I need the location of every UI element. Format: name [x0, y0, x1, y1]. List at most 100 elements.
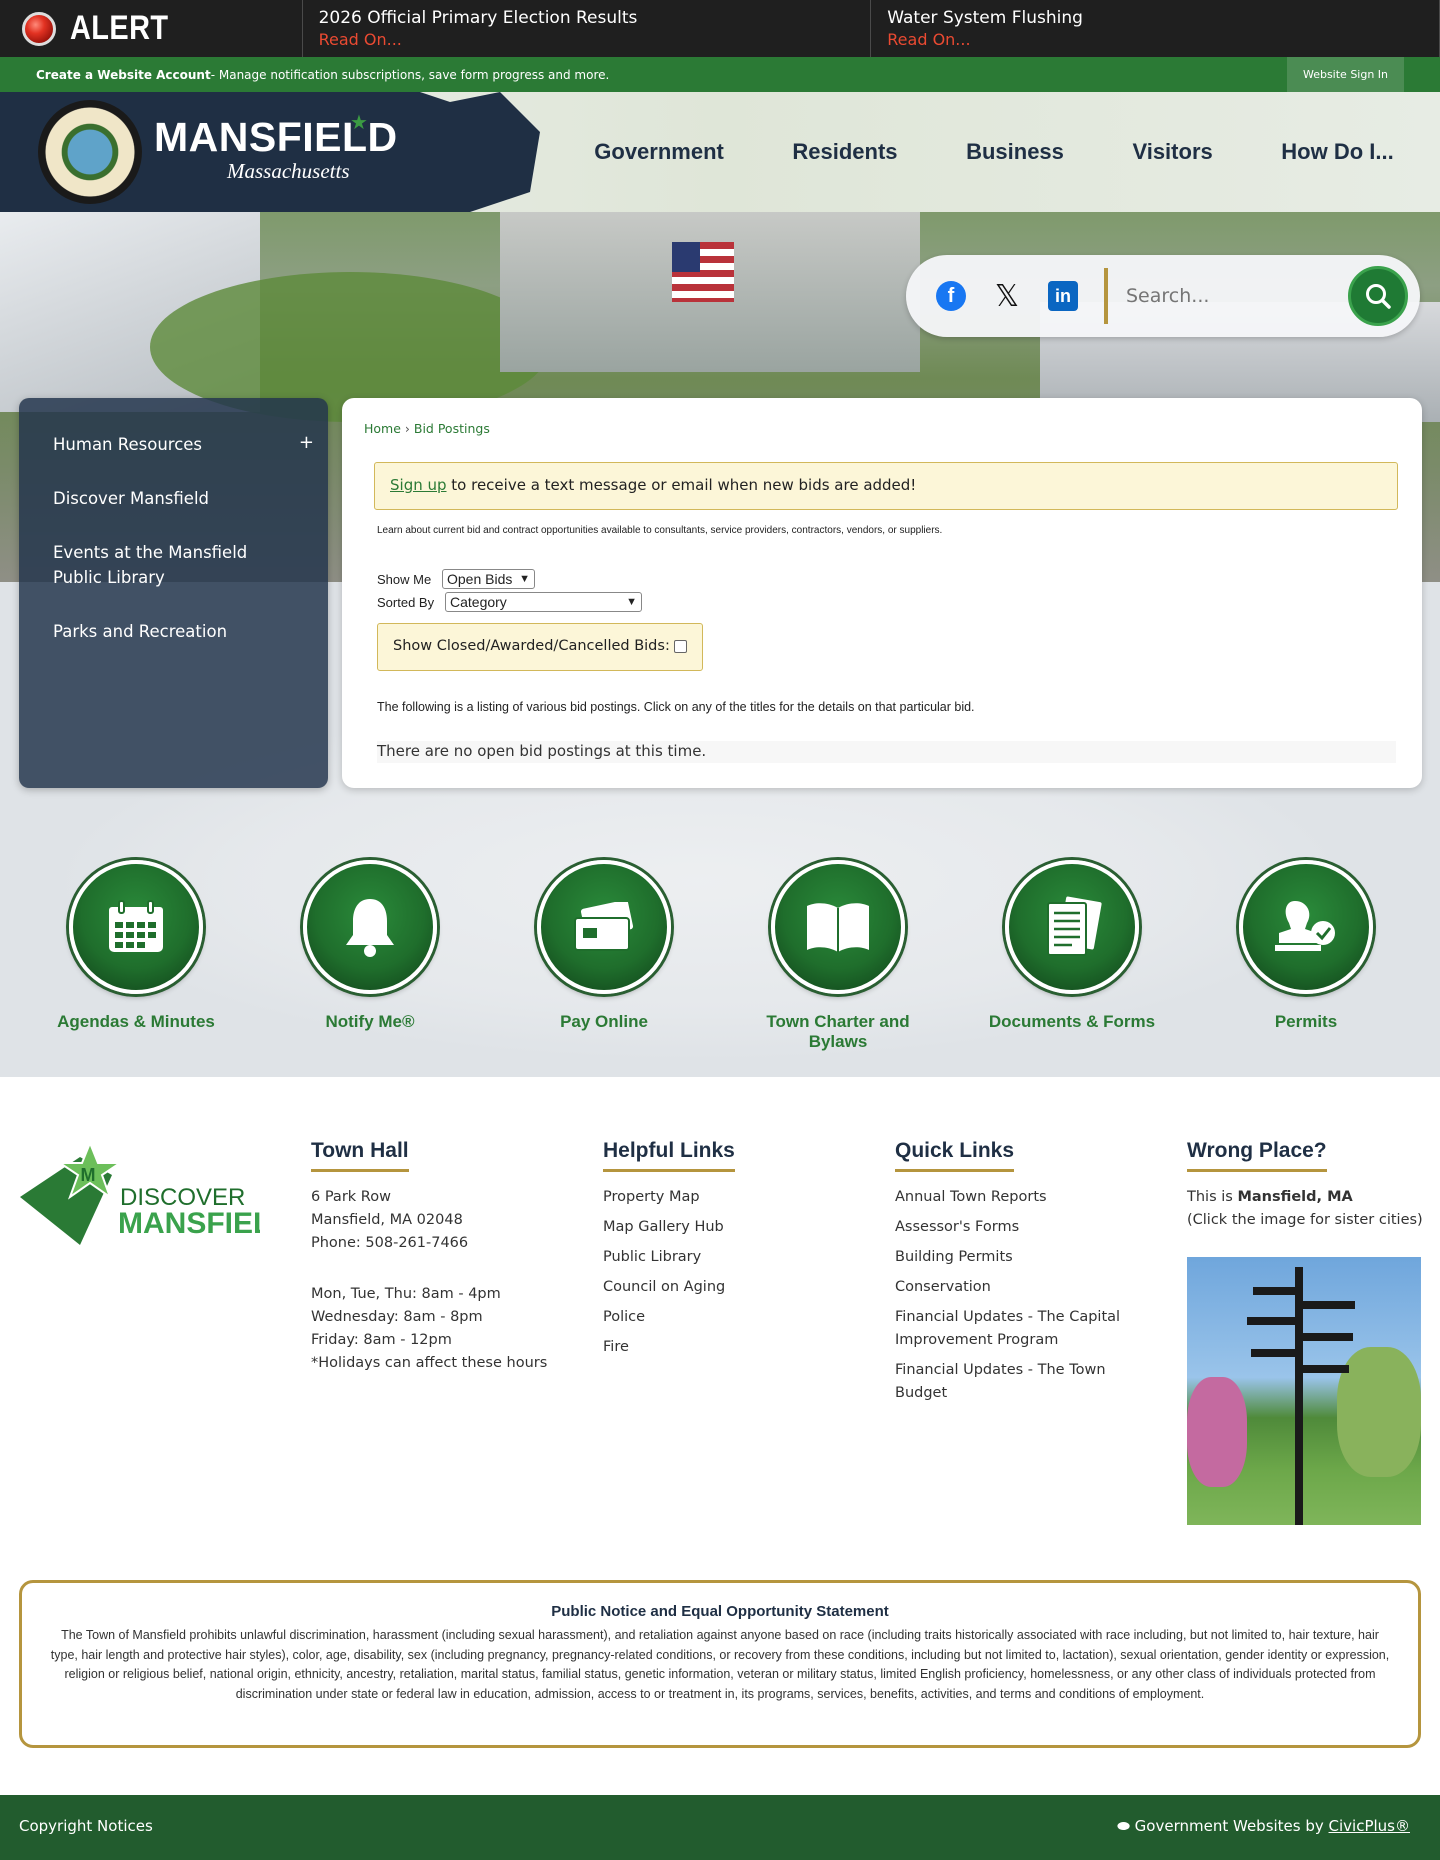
chevron-down-icon: ▼ — [519, 573, 530, 585]
create-account-desc: - Manage notification subscriptions, sav… — [210, 67, 610, 82]
alert-bar: ALERT 2026 Official Primary Election Res… — [0, 0, 1440, 57]
x-twitter-icon[interactable]: 𝕏 — [992, 279, 1022, 314]
signup-notice: Sign up to receive a text message or ema… — [374, 462, 1398, 510]
search-social-bar: f 𝕏 in — [906, 255, 1420, 337]
calendar-icon[interactable] — [69, 860, 203, 994]
address-line: 6 Park Row — [311, 1189, 391, 1205]
sidebar-item-label: Events at the Mansfield Public Library — [53, 543, 248, 587]
sidebar-nav: Human Resources + Discover Mansfield Eve… — [19, 398, 328, 788]
wrong-place-note: (Click the image for sister cities) — [1187, 1212, 1423, 1228]
town-hall-column: Town Hall 6 Park Row Mansfield, MA 02048… — [311, 1139, 571, 1375]
footer-link[interactable]: Assessor's Forms — [895, 1216, 1135, 1239]
notice-title: Public Notice and Equal Opportunity Stat… — [551, 1603, 889, 1620]
town-state: Massachusetts — [227, 159, 350, 183]
footer-link[interactable]: Police — [603, 1306, 863, 1329]
footer-link[interactable]: Financial Updates - The Capital Improvem… — [895, 1306, 1135, 1352]
wrong-place-text: This is Mansfield, MA — [1187, 1186, 1427, 1209]
quick-link-label[interactable]: Pay Online — [502, 1012, 706, 1032]
sorted-by-select[interactable]: Category ▼ — [445, 592, 642, 612]
signup-link[interactable]: Sign up — [390, 476, 447, 494]
town-seal-icon — [38, 100, 142, 204]
signup-text: to receive a text message or email when … — [446, 476, 917, 494]
search-divider — [1104, 268, 1108, 324]
footer-link[interactable]: Annual Town Reports — [895, 1186, 1135, 1209]
alert-item-title[interactable]: Water System Flushing — [887, 7, 1423, 29]
breadcrumb-current[interactable]: Bid Postings — [414, 421, 490, 436]
footer-link[interactable]: Property Map — [603, 1186, 863, 1209]
sidebar-item-discover-mansfield[interactable]: Discover Mansfield — [19, 476, 328, 521]
search-icon — [1366, 284, 1391, 309]
town-hall-heading: Town Hall — [311, 1139, 409, 1172]
quick-link-label[interactable]: Agendas & Minutes — [34, 1012, 238, 1032]
quick-link-label[interactable]: Town Charter and Bylaws — [736, 1012, 940, 1052]
alert-read-on-link[interactable]: Read On... — [887, 29, 1423, 51]
image-tree — [1187, 1377, 1247, 1487]
sidebar-item-events-library[interactable]: Events at the Mansfield Public Library — [19, 530, 328, 600]
permit-stamp-icon[interactable] — [1239, 860, 1373, 994]
book-icon[interactable] — [771, 860, 905, 994]
alert-item[interactable]: Water System Flushing Read On... — [871, 0, 1440, 57]
sidebar-item-human-resources[interactable]: Human Resources + — [19, 422, 328, 467]
sister-cities-image[interactable] — [1187, 1257, 1421, 1525]
footer-link[interactable]: Conservation — [895, 1276, 1135, 1299]
discover-mansfield-logo[interactable]: M DISCOVER MANSFIELD — [20, 1135, 293, 1245]
breadcrumb-home[interactable]: Home — [364, 421, 401, 436]
nav-visitors[interactable]: Visitors — [1132, 139, 1212, 165]
show-closed-label: Show Closed/Awarded/Cancelled Bids: — [393, 638, 670, 654]
alert-read-on-link[interactable]: Read On... — [319, 29, 855, 51]
civicplus-link[interactable]: CivicPlus® — [1329, 1817, 1410, 1835]
bell-icon[interactable] — [303, 860, 437, 994]
wrong-place-town: Mansfield, MA — [1237, 1189, 1353, 1205]
hours-note: *Holidays can affect these hours — [311, 1355, 548, 1371]
search-input[interactable] — [1126, 285, 1346, 307]
footer-link[interactable]: Building Permits — [895, 1246, 1135, 1269]
address-line: Mansfield, MA 02048 — [311, 1212, 463, 1228]
footer-link[interactable]: Public Library — [603, 1246, 863, 1269]
image-sign — [1251, 1349, 1303, 1357]
quick-link-label[interactable]: Notify Me® — [268, 1012, 472, 1032]
create-account-link[interactable]: Create a Website Account — [36, 68, 211, 82]
documents-icon[interactable] — [1005, 860, 1139, 994]
hero-flag — [672, 242, 734, 302]
sidebar-item-label: Parks and Recreation — [53, 622, 228, 641]
nav-residents[interactable]: Residents — [792, 139, 897, 165]
show-me-select[interactable]: Open Bids ▼ — [442, 569, 535, 589]
linkedin-icon[interactable]: in — [1048, 281, 1078, 311]
show-closed-checkbox[interactable] — [674, 640, 687, 653]
footer-link[interactable]: Council on Aging — [603, 1276, 863, 1299]
show-closed-box: Show Closed/Awarded/Cancelled Bids: — [377, 623, 703, 671]
phone-line: Phone: 508-261-7466 — [311, 1235, 469, 1251]
civicplus-credit: ⬬ Government Websites by CivicPlus® — [1117, 1817, 1410, 1835]
alert-item[interactable]: 2026 Official Primary Election Results R… — [303, 0, 872, 57]
alert-icon — [22, 11, 56, 46]
show-me-value: Open Bids — [447, 571, 513, 587]
quick-link-label[interactable]: Permits — [1204, 1012, 1408, 1032]
nav-government[interactable]: Government — [594, 139, 724, 165]
nav-how-do-i[interactable]: How Do I... — [1281, 139, 1393, 165]
footer-link[interactable]: Financial Updates - The Town Budget — [895, 1359, 1135, 1405]
site-logo[interactable]: MANSFIELD ★ Massachusetts — [0, 92, 540, 212]
show-me-label: Show Me — [377, 572, 432, 587]
quick-link-label[interactable]: Documents & Forms — [970, 1012, 1174, 1032]
search-button[interactable] — [1348, 266, 1408, 326]
copyright-notices-link[interactable]: Copyright Notices — [19, 1817, 153, 1835]
sorted-by-label: Sorted By — [377, 595, 435, 610]
website-sign-in-button[interactable]: Website Sign In — [1287, 57, 1404, 92]
main-nav: Government Residents Business Visitors H… — [560, 92, 1440, 212]
notice-text: The Town of Mansfield prohibits unlawful… — [50, 1628, 1390, 1701]
sidebar-item-parks-recreation[interactable]: Parks and Recreation — [19, 609, 328, 654]
quick-links-heading: Quick Links — [895, 1139, 1015, 1172]
site-header: MANSFIELD ★ Massachusetts Government Res… — [0, 92, 1440, 212]
facebook-icon[interactable]: f — [936, 281, 966, 311]
civicplus-prefix: Government Websites by — [1134, 1817, 1329, 1835]
expand-icon[interactable]: + — [299, 430, 314, 455]
image-sign — [1299, 1333, 1353, 1341]
star-icon: ★ — [350, 110, 368, 134]
nav-business[interactable]: Business — [966, 139, 1064, 165]
alert-title: ALERT — [70, 9, 169, 47]
footer-link[interactable]: Fire — [603, 1336, 863, 1359]
helpful-links-heading: Helpful Links — [603, 1139, 735, 1172]
credit-card-icon[interactable] — [537, 860, 671, 994]
alert-item-title[interactable]: 2026 Official Primary Election Results — [319, 7, 855, 29]
footer-link[interactable]: Map Gallery Hub — [603, 1216, 863, 1239]
